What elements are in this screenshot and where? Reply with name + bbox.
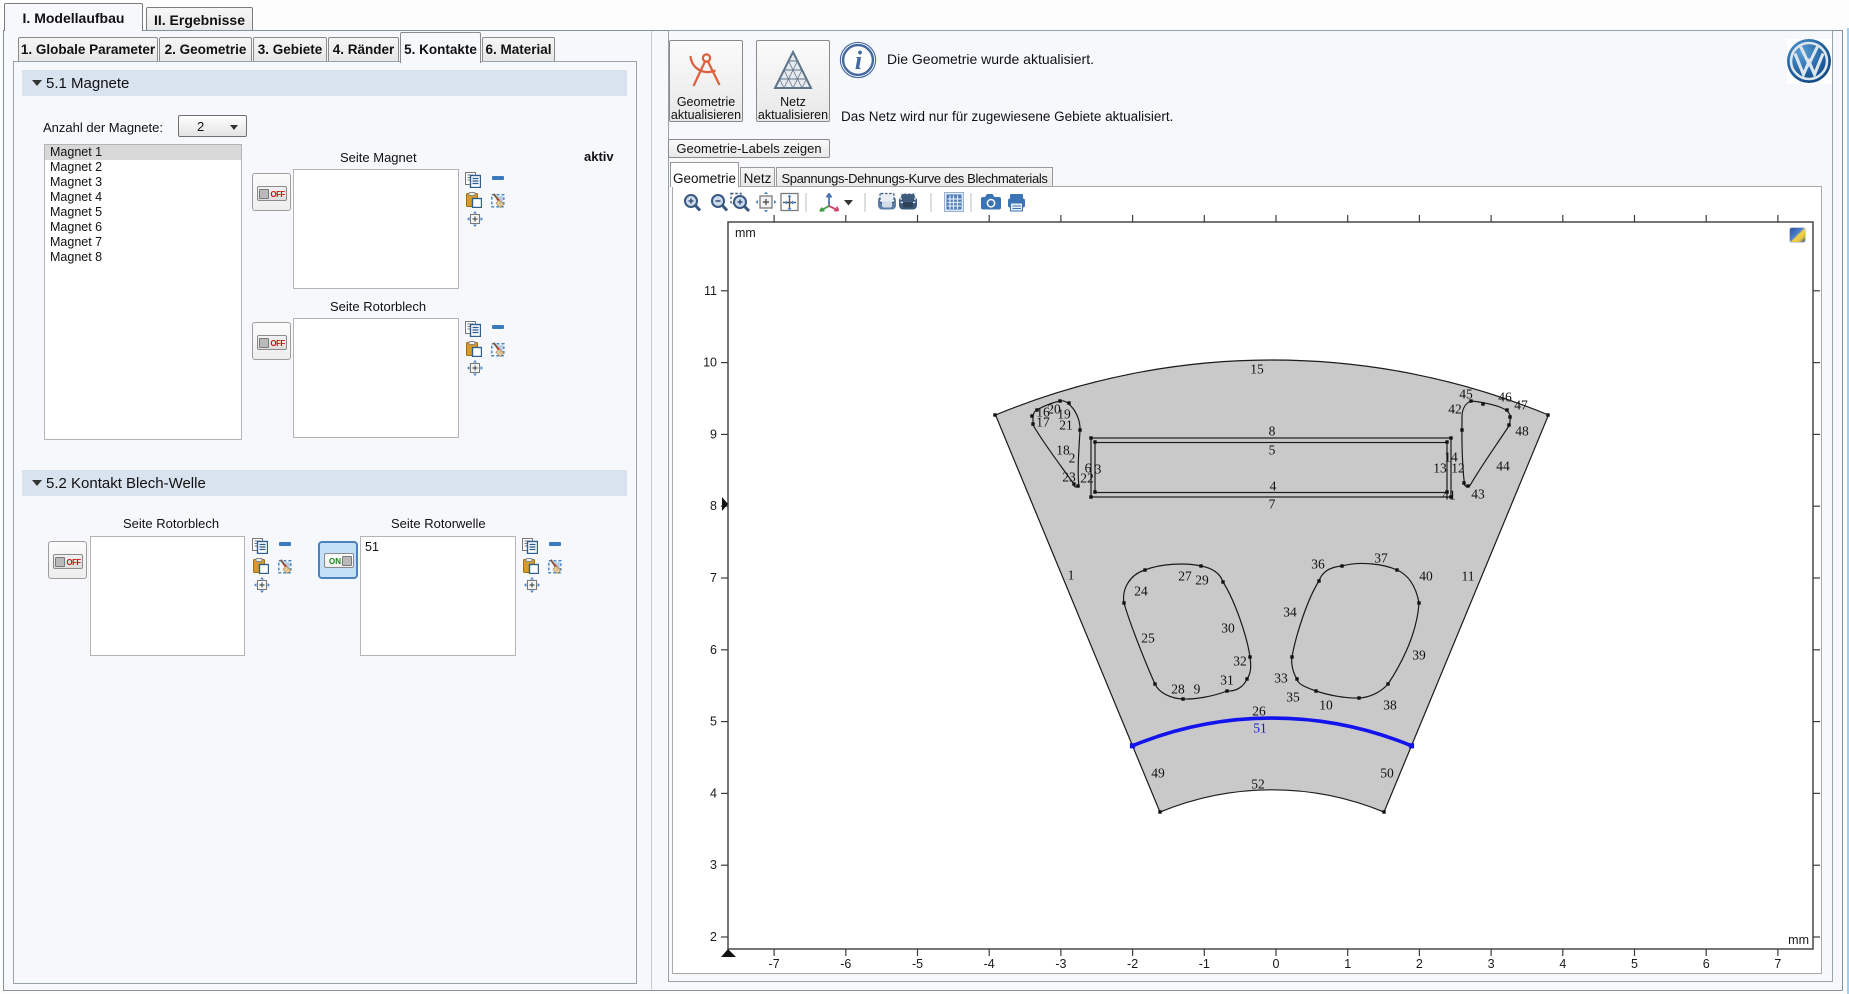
svg-text:17: 17 xyxy=(1036,415,1050,430)
svg-text:3: 3 xyxy=(1488,957,1495,971)
svg-text:4: 4 xyxy=(1559,957,1566,971)
svg-text:44: 44 xyxy=(1496,459,1510,474)
svg-text:47: 47 xyxy=(1514,398,1528,413)
svg-text:24: 24 xyxy=(1134,584,1148,599)
svg-text:25: 25 xyxy=(1141,631,1155,646)
svg-text:3: 3 xyxy=(710,858,717,872)
svg-text:0: 0 xyxy=(1273,957,1280,971)
svg-text:31: 31 xyxy=(1220,673,1234,688)
svg-text:13: 13 xyxy=(1433,461,1447,476)
svg-text:-7: -7 xyxy=(769,957,780,971)
svg-text:28: 28 xyxy=(1171,682,1185,697)
svg-text:15: 15 xyxy=(1250,362,1264,377)
svg-text:10: 10 xyxy=(1319,698,1333,713)
svg-text:52: 52 xyxy=(1251,777,1265,792)
svg-text:22: 22 xyxy=(1080,471,1094,486)
svg-text:36: 36 xyxy=(1311,557,1325,572)
svg-text:29: 29 xyxy=(1195,573,1209,588)
svg-text:27: 27 xyxy=(1178,569,1192,584)
svg-text:5: 5 xyxy=(1631,957,1638,971)
svg-text:9: 9 xyxy=(710,427,717,441)
svg-text:42: 42 xyxy=(1448,402,1462,417)
svg-text:39: 39 xyxy=(1412,648,1426,663)
svg-text:40: 40 xyxy=(1419,569,1433,584)
svg-text:37: 37 xyxy=(1374,551,1388,566)
svg-text:33: 33 xyxy=(1274,671,1288,686)
svg-text:35: 35 xyxy=(1286,690,1300,705)
svg-text:45: 45 xyxy=(1459,387,1473,402)
svg-text:32: 32 xyxy=(1233,654,1247,669)
svg-text:7: 7 xyxy=(1269,497,1276,512)
svg-text:6: 6 xyxy=(710,643,717,657)
svg-text:7: 7 xyxy=(710,571,717,585)
svg-text:2: 2 xyxy=(1416,957,1423,971)
svg-text:50: 50 xyxy=(1380,766,1394,781)
svg-text:-5: -5 xyxy=(912,957,923,971)
svg-text:43: 43 xyxy=(1471,487,1485,502)
svg-text:46: 46 xyxy=(1498,390,1512,405)
svg-text:41: 41 xyxy=(1442,488,1456,503)
svg-text:51: 51 xyxy=(1253,721,1267,736)
svg-text:4: 4 xyxy=(1270,479,1277,494)
svg-text:7: 7 xyxy=(1774,957,1781,971)
svg-text:5: 5 xyxy=(1269,443,1276,458)
svg-text:8: 8 xyxy=(710,499,717,513)
svg-text:26: 26 xyxy=(1252,704,1266,719)
svg-text:6: 6 xyxy=(1703,957,1710,971)
svg-text:4: 4 xyxy=(710,786,717,800)
svg-text:-1: -1 xyxy=(1199,957,1210,971)
svg-text:5: 5 xyxy=(710,715,717,729)
svg-text:11: 11 xyxy=(1462,569,1475,584)
svg-text:1: 1 xyxy=(1344,957,1351,971)
svg-text:23: 23 xyxy=(1062,470,1076,485)
svg-text:2: 2 xyxy=(1069,451,1076,466)
svg-text:-2: -2 xyxy=(1127,957,1138,971)
svg-text:mm: mm xyxy=(1788,933,1809,947)
svg-text:38: 38 xyxy=(1383,698,1397,713)
svg-text:8: 8 xyxy=(1269,424,1276,439)
svg-text:i: i xyxy=(855,46,863,75)
svg-text:34: 34 xyxy=(1283,605,1297,620)
svg-text:9: 9 xyxy=(1194,682,1201,697)
svg-text:2: 2 xyxy=(710,930,717,944)
svg-text:10: 10 xyxy=(703,356,717,370)
svg-text:49: 49 xyxy=(1151,766,1165,781)
svg-text:-4: -4 xyxy=(984,957,995,971)
svg-text:11: 11 xyxy=(704,284,717,298)
svg-text:-3: -3 xyxy=(1055,957,1066,971)
svg-text:21: 21 xyxy=(1059,418,1073,433)
svg-text:3: 3 xyxy=(1095,462,1102,477)
svg-text:48: 48 xyxy=(1515,424,1529,439)
svg-text:-6: -6 xyxy=(840,957,851,971)
svg-text:1: 1 xyxy=(1068,568,1075,583)
svg-text:12: 12 xyxy=(1451,461,1465,476)
svg-text:mm: mm xyxy=(735,226,756,240)
svg-text:30: 30 xyxy=(1221,621,1235,636)
